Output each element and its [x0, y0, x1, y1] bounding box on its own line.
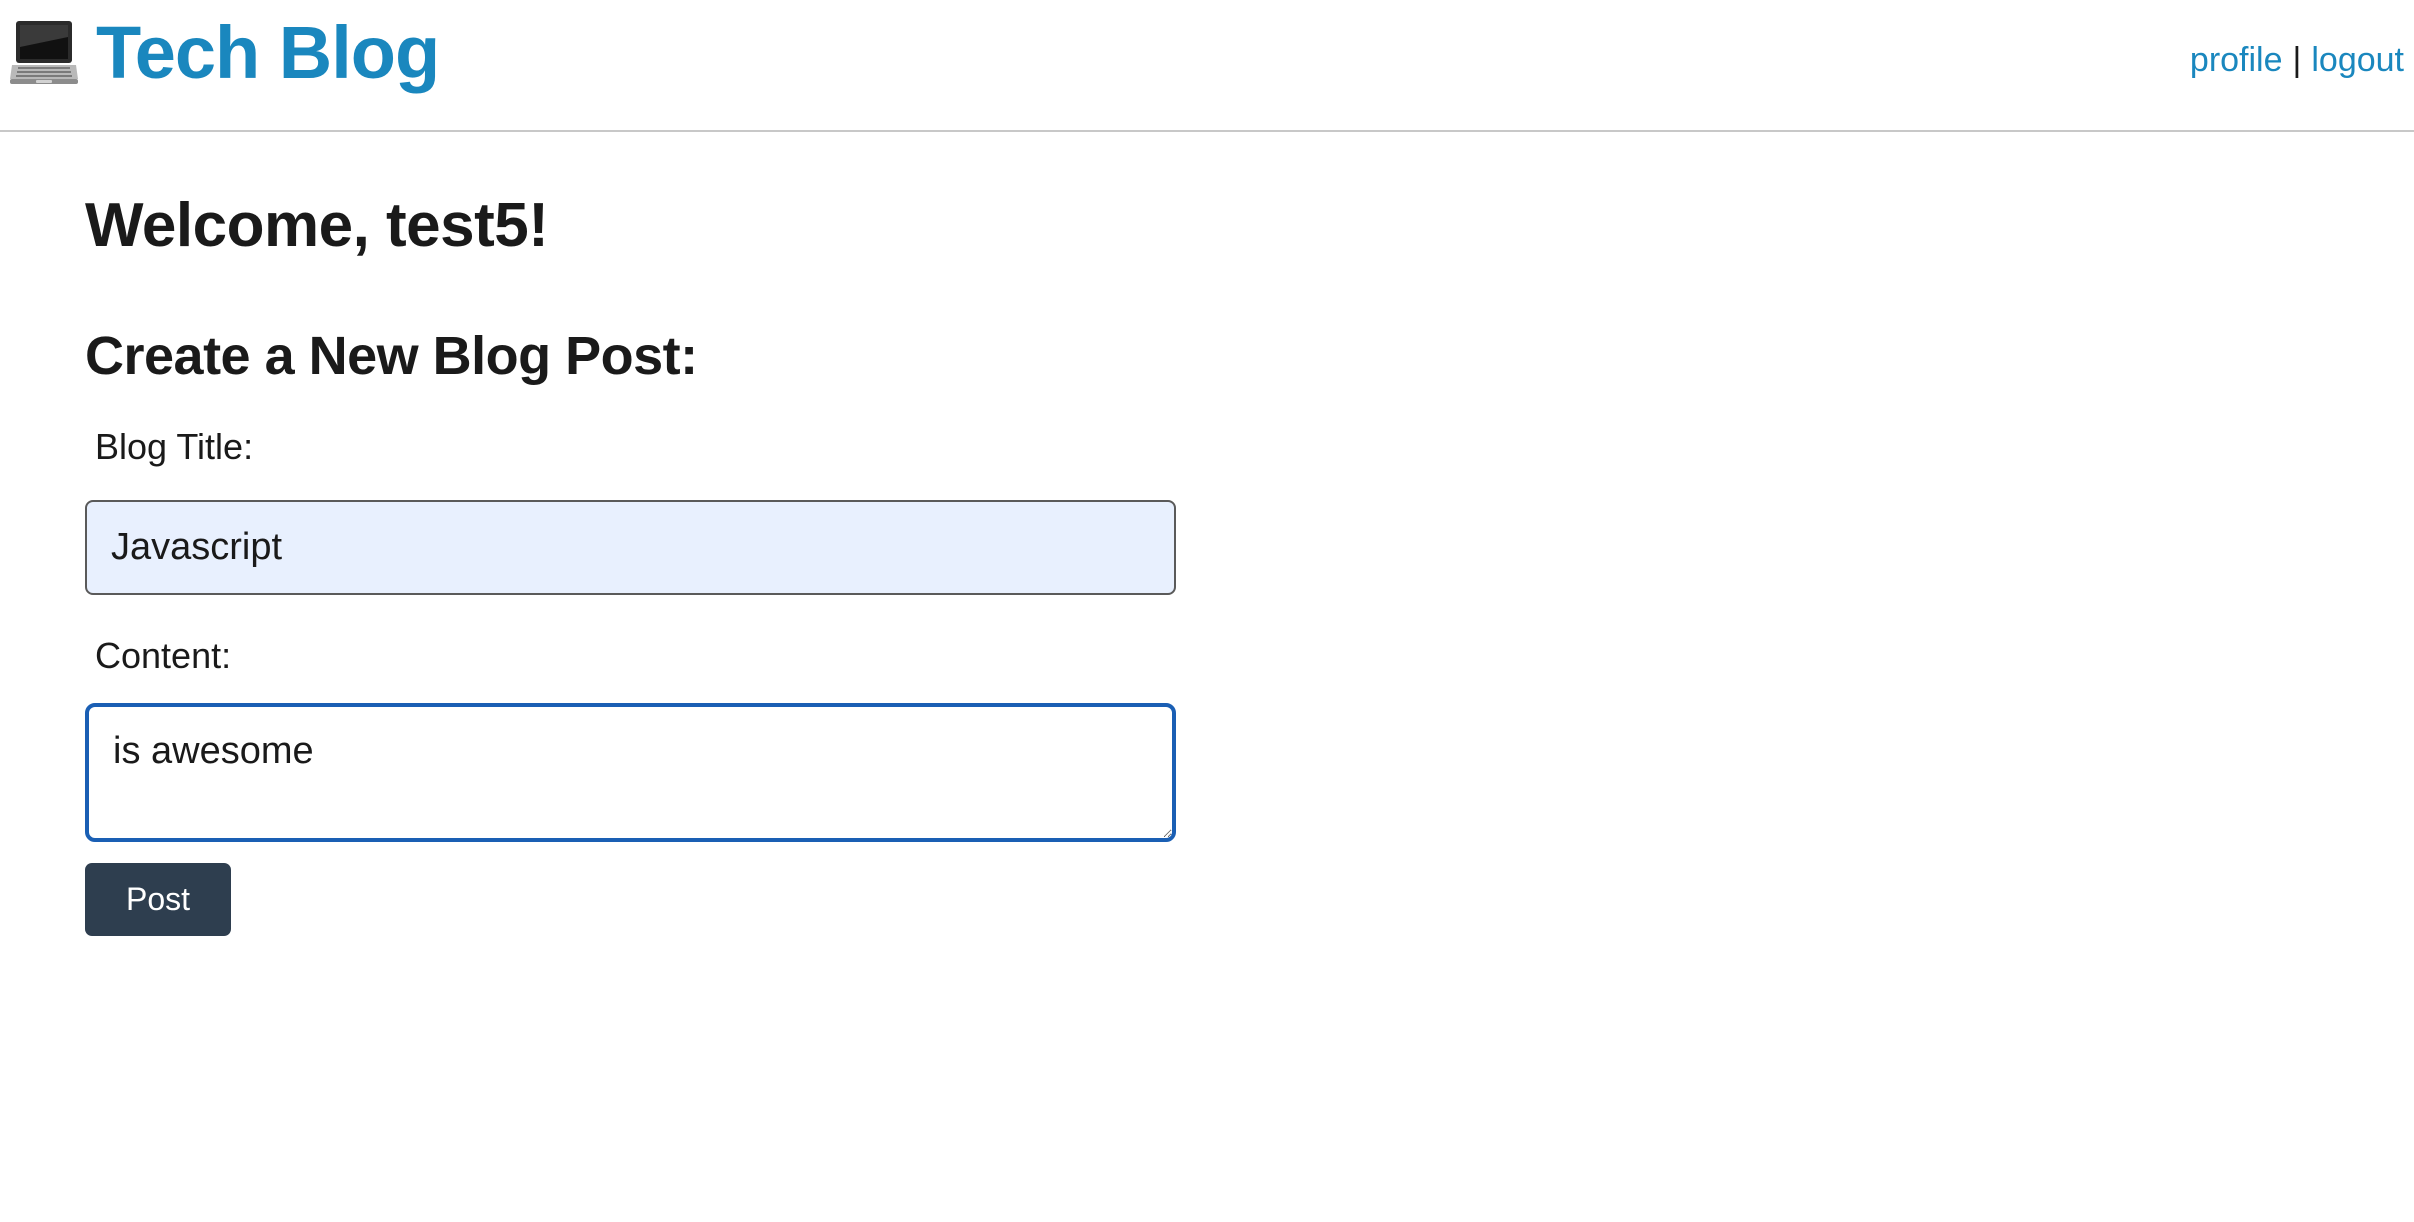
site-header: Tech Blog profile | logout [0, 0, 2414, 132]
top-nav: profile | logout [2190, 36, 2404, 84]
blog-title-input[interactable] [85, 500, 1176, 595]
post-button[interactable]: Post [85, 863, 231, 936]
brand[interactable]: Tech Blog [10, 10, 440, 96]
create-post-heading: Create a New Blog Post: [85, 326, 698, 386]
new-post-form: Blog Title: Content: is awesome Post [85, 426, 1185, 936]
dashboard-main: Welcome, test5! Create a New Blog Post: … [85, 132, 1185, 936]
laptop-icon [10, 21, 78, 84]
blog-title-label: Blog Title: [95, 426, 254, 467]
nav-separator: | [2292, 41, 2302, 79]
content-label: Content: [95, 635, 232, 676]
profile-link[interactable]: profile [2190, 41, 2283, 79]
logout-link[interactable]: logout [2311, 41, 2404, 79]
site-title[interactable]: Tech Blog [96, 10, 440, 96]
content-textarea[interactable]: is awesome [85, 703, 1176, 842]
welcome-heading: Welcome, test5! [85, 191, 549, 260]
